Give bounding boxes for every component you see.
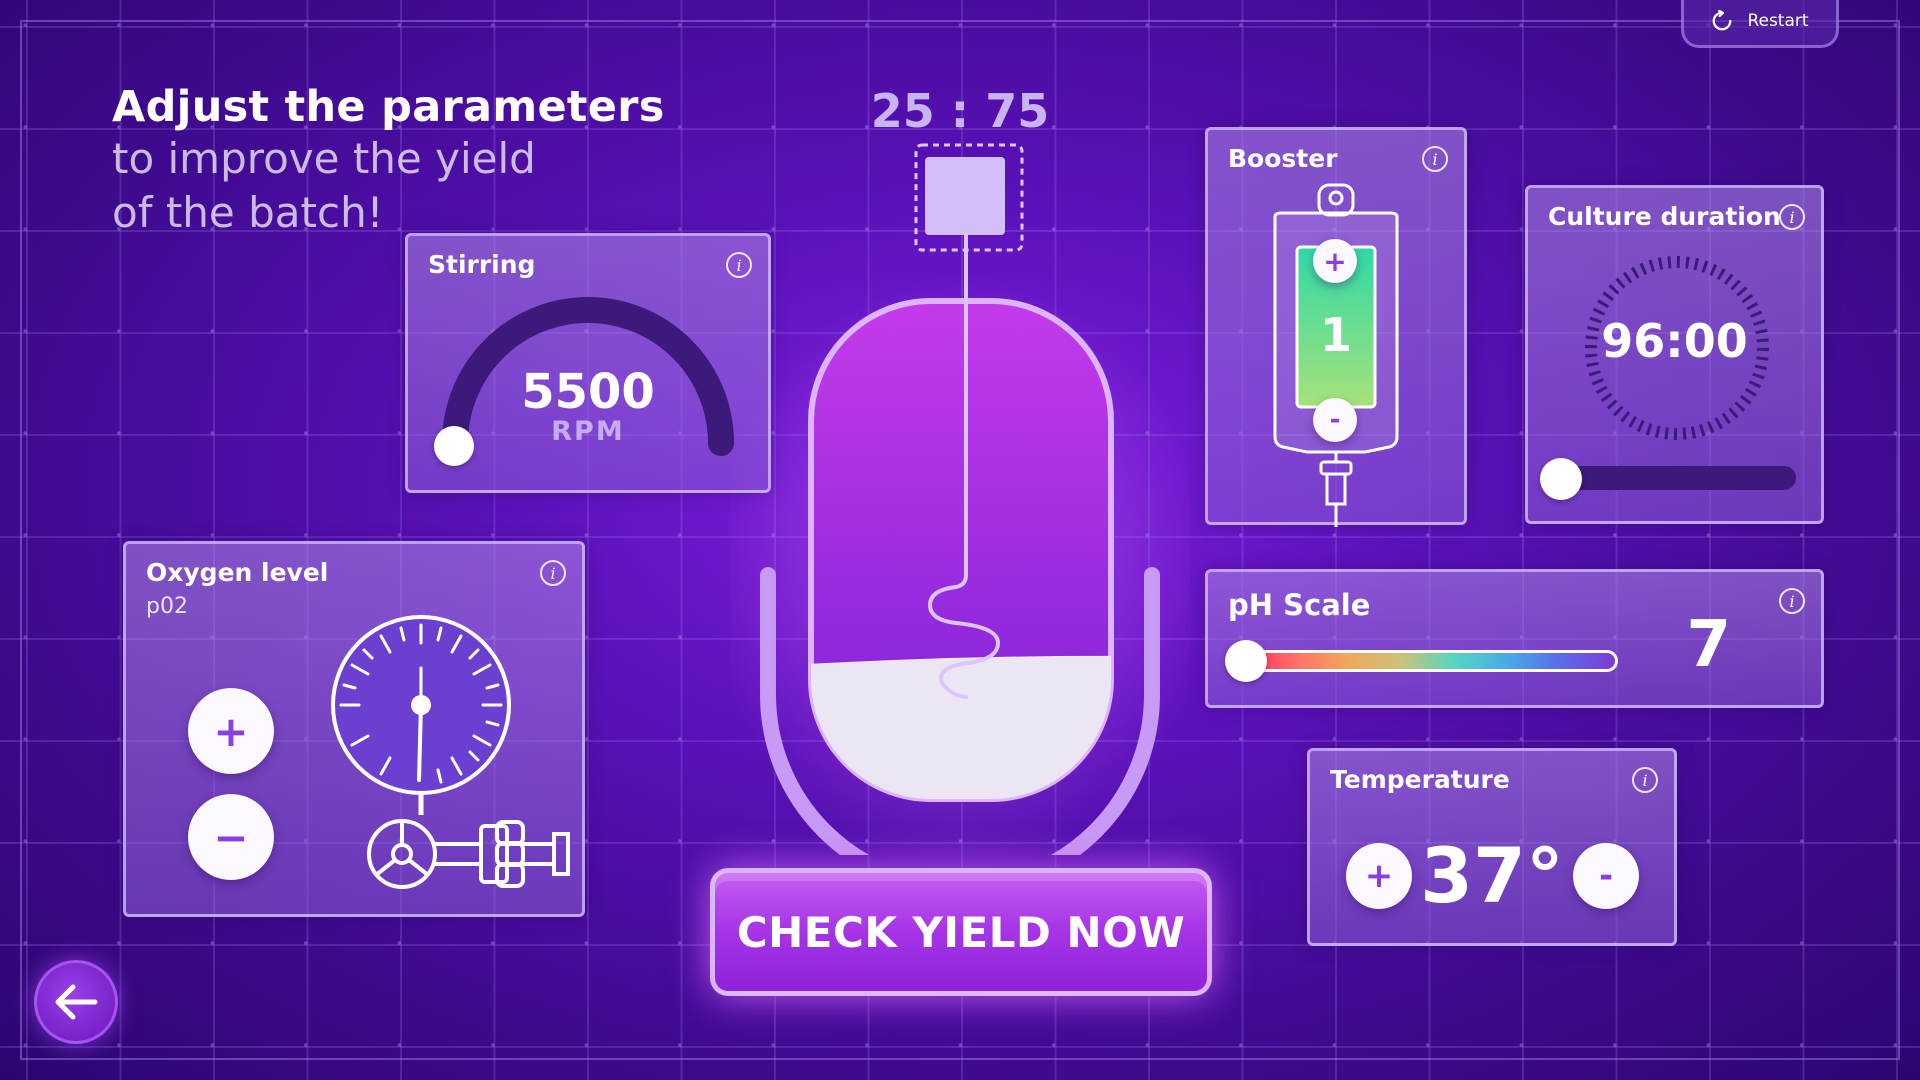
- booster-minus-button[interactable]: -: [1313, 398, 1357, 442]
- heading-line-2: to improve the yield: [112, 134, 536, 183]
- culture-duration-panel: Culture duration i 96:00: [1525, 185, 1824, 524]
- ph-scale-panel: pH Scale i 7: [1205, 569, 1824, 708]
- temperature-title: Temperature: [1330, 765, 1510, 794]
- culture-info-icon[interactable]: i: [1779, 204, 1805, 230]
- culture-title: Culture duration: [1548, 202, 1781, 231]
- ph-value: 7: [1686, 608, 1731, 682]
- stirring-value: 5500: [521, 364, 655, 420]
- restart-icon: [1713, 10, 1732, 31]
- valve-wheel-icon: [367, 819, 437, 889]
- oxygen-plus-button[interactable]: +: [188, 688, 274, 774]
- ph-info-icon[interactable]: i: [1779, 588, 1805, 614]
- ph-slider-thumb[interactable]: [1225, 640, 1267, 682]
- culture-time: 96:00: [1601, 314, 1748, 368]
- heading-line-3: of the batch!: [112, 188, 384, 237]
- ph-title: pH Scale: [1228, 588, 1371, 622]
- oxygen-panel: Oxygen level p02 i + −: [123, 541, 585, 917]
- restart-label: Restart: [1747, 11, 1809, 31]
- temperature-panel: Temperature i + 37° -: [1307, 748, 1677, 946]
- back-button[interactable]: [34, 960, 118, 1044]
- booster-plus-button[interactable]: +: [1313, 239, 1357, 283]
- oxygen-info-icon[interactable]: i: [540, 560, 566, 586]
- restart-button[interactable]: Restart: [1681, 0, 1839, 48]
- ph-slider-track[interactable]: [1238, 650, 1618, 672]
- instructions: Adjust the parameters to improve the yie…: [112, 82, 665, 240]
- pressure-gauge-icon: [331, 615, 570, 889]
- oxygen-subtitle: p02: [146, 594, 188, 619]
- ratio-readout: 25 : 75: [870, 84, 1050, 138]
- heading-title: Adjust the parameters: [112, 82, 665, 132]
- check-yield-button[interactable]: CHECK YIELD NOW: [710, 868, 1212, 996]
- bioreactor-vessel: [730, 143, 1190, 855]
- oxygen-title: Oxygen level: [146, 558, 329, 587]
- booster-value: 1: [1319, 308, 1352, 362]
- culture-slider-track[interactable]: [1558, 466, 1796, 490]
- oxygen-minus-button[interactable]: −: [188, 794, 274, 880]
- temperature-minus-button[interactable]: -: [1573, 843, 1639, 909]
- back-arrow-icon: [55, 984, 98, 1020]
- culture-slider-thumb[interactable]: [1540, 458, 1582, 500]
- stirring-unit: RPM: [551, 416, 625, 447]
- booster-panel: Booster i + - 1: [1205, 127, 1467, 527]
- temperature-info-icon[interactable]: i: [1632, 767, 1658, 793]
- stirring-panel: Stirring i 5500 RPM: [405, 233, 771, 493]
